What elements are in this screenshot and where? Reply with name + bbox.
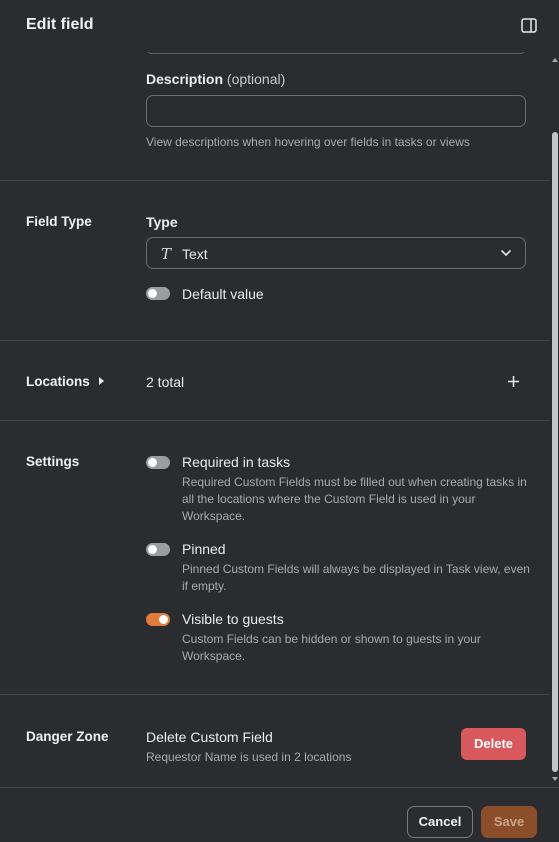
form-scroll-area[interactable]: Description (optional) View descriptions… [0,52,549,787]
divider [0,420,549,421]
visible-to-guests-toggle[interactable] [146,613,170,626]
scroll-up-arrow-icon[interactable] [552,58,558,62]
scrollbar-thumb[interactable] [552,132,558,772]
pinned-hint: Pinned Custom Fields will always be disp… [182,562,530,593]
scrollbar[interactable] [551,52,559,787]
settings-section-title: Settings [26,454,80,469]
divider [0,180,549,181]
pinned-label: Pinned [182,541,226,557]
name-input-partial[interactable] [146,52,526,54]
chevron-down-icon [501,250,511,256]
scroll-down-arrow-icon[interactable] [552,777,558,781]
caret-right-icon [98,377,104,385]
required-in-tasks-hint: Required Custom Fields must be filled ou… [182,475,527,523]
type-select-value: Text [182,246,208,262]
delete-custom-field-hint: Requestor Name is used in 2 locations [146,750,352,764]
locations-section-title: Locations [26,374,90,389]
visible-to-guests-label: Visible to guests [182,611,284,627]
locations-toggle[interactable]: Locations [26,374,104,389]
field-type-section-title: Field Type [26,214,92,229]
save-button[interactable]: Save [481,806,537,838]
type-label: Type [146,214,178,230]
default-value-label: Default value [182,286,264,302]
delete-button[interactable]: Delete [461,728,526,760]
danger-zone-section-title: Danger Zone [26,729,109,744]
panel-footer: Cancel Save [0,787,559,842]
panel-title: Edit field [26,16,94,33]
default-value-toggle[interactable] [146,287,170,300]
panel-header: Edit field [0,0,559,52]
required-in-tasks-toggle[interactable] [146,456,170,469]
edit-field-panel: Edit field Description (optional) View d… [0,0,559,842]
type-select[interactable]: T Text [146,237,526,269]
delete-custom-field-title: Delete Custom Field [146,729,273,745]
divider [0,340,549,341]
sidebar-toggle-icon[interactable] [521,18,537,33]
description-input[interactable] [146,95,526,127]
plus-icon[interactable] [507,375,520,388]
description-label: Description (optional) [146,71,286,87]
required-in-tasks-label: Required in tasks [182,454,291,470]
divider [0,694,549,695]
locations-total: 2 total [146,374,185,390]
pinned-toggle[interactable] [146,543,170,556]
text-type-icon: T [161,245,172,263]
description-hint: View descriptions when hovering over fie… [146,135,470,149]
visible-to-guests-hint: Custom Fields can be hidden or shown to … [182,632,481,663]
cancel-button[interactable]: Cancel [407,806,473,838]
